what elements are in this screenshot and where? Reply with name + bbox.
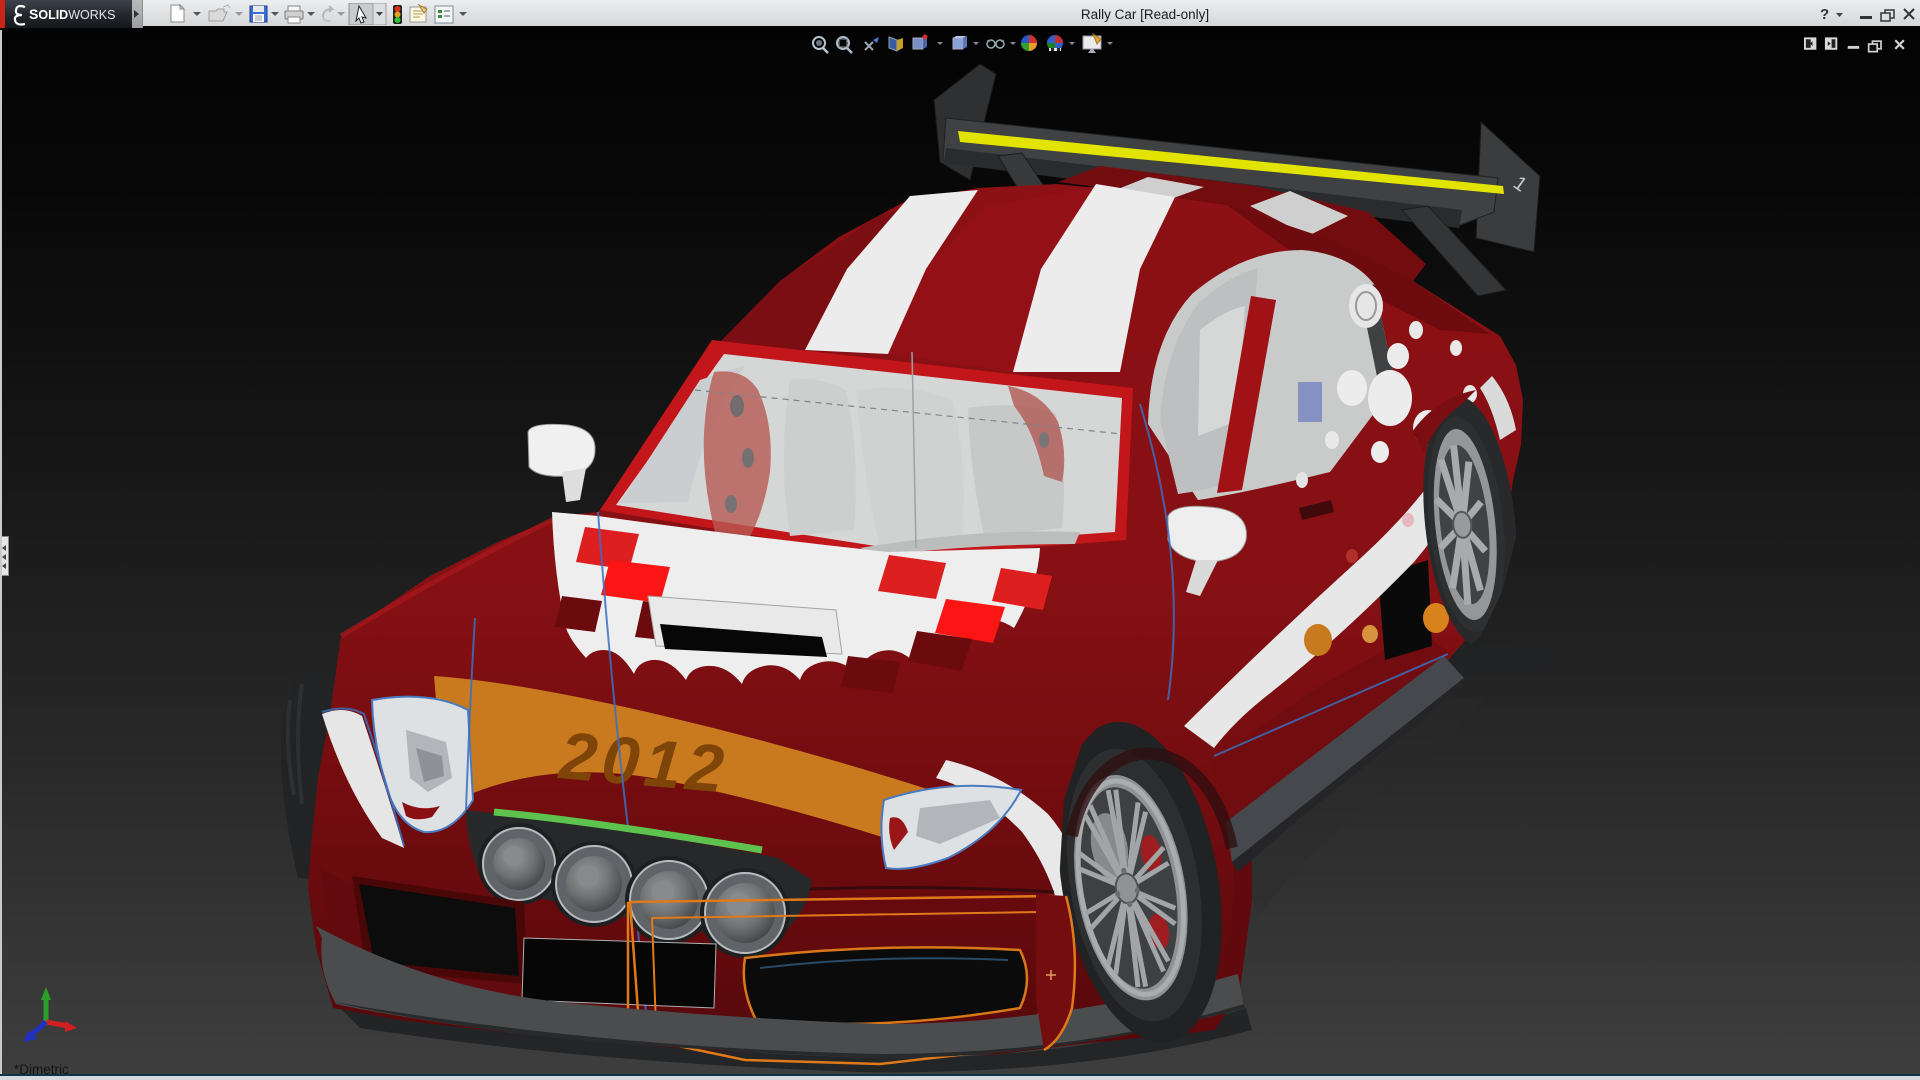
svg-text:SOLIDWORKS: SOLIDWORKS: [29, 6, 115, 22]
svg-text:?: ?: [1820, 6, 1829, 23]
svg-text:2012: 2012: [555, 718, 732, 808]
